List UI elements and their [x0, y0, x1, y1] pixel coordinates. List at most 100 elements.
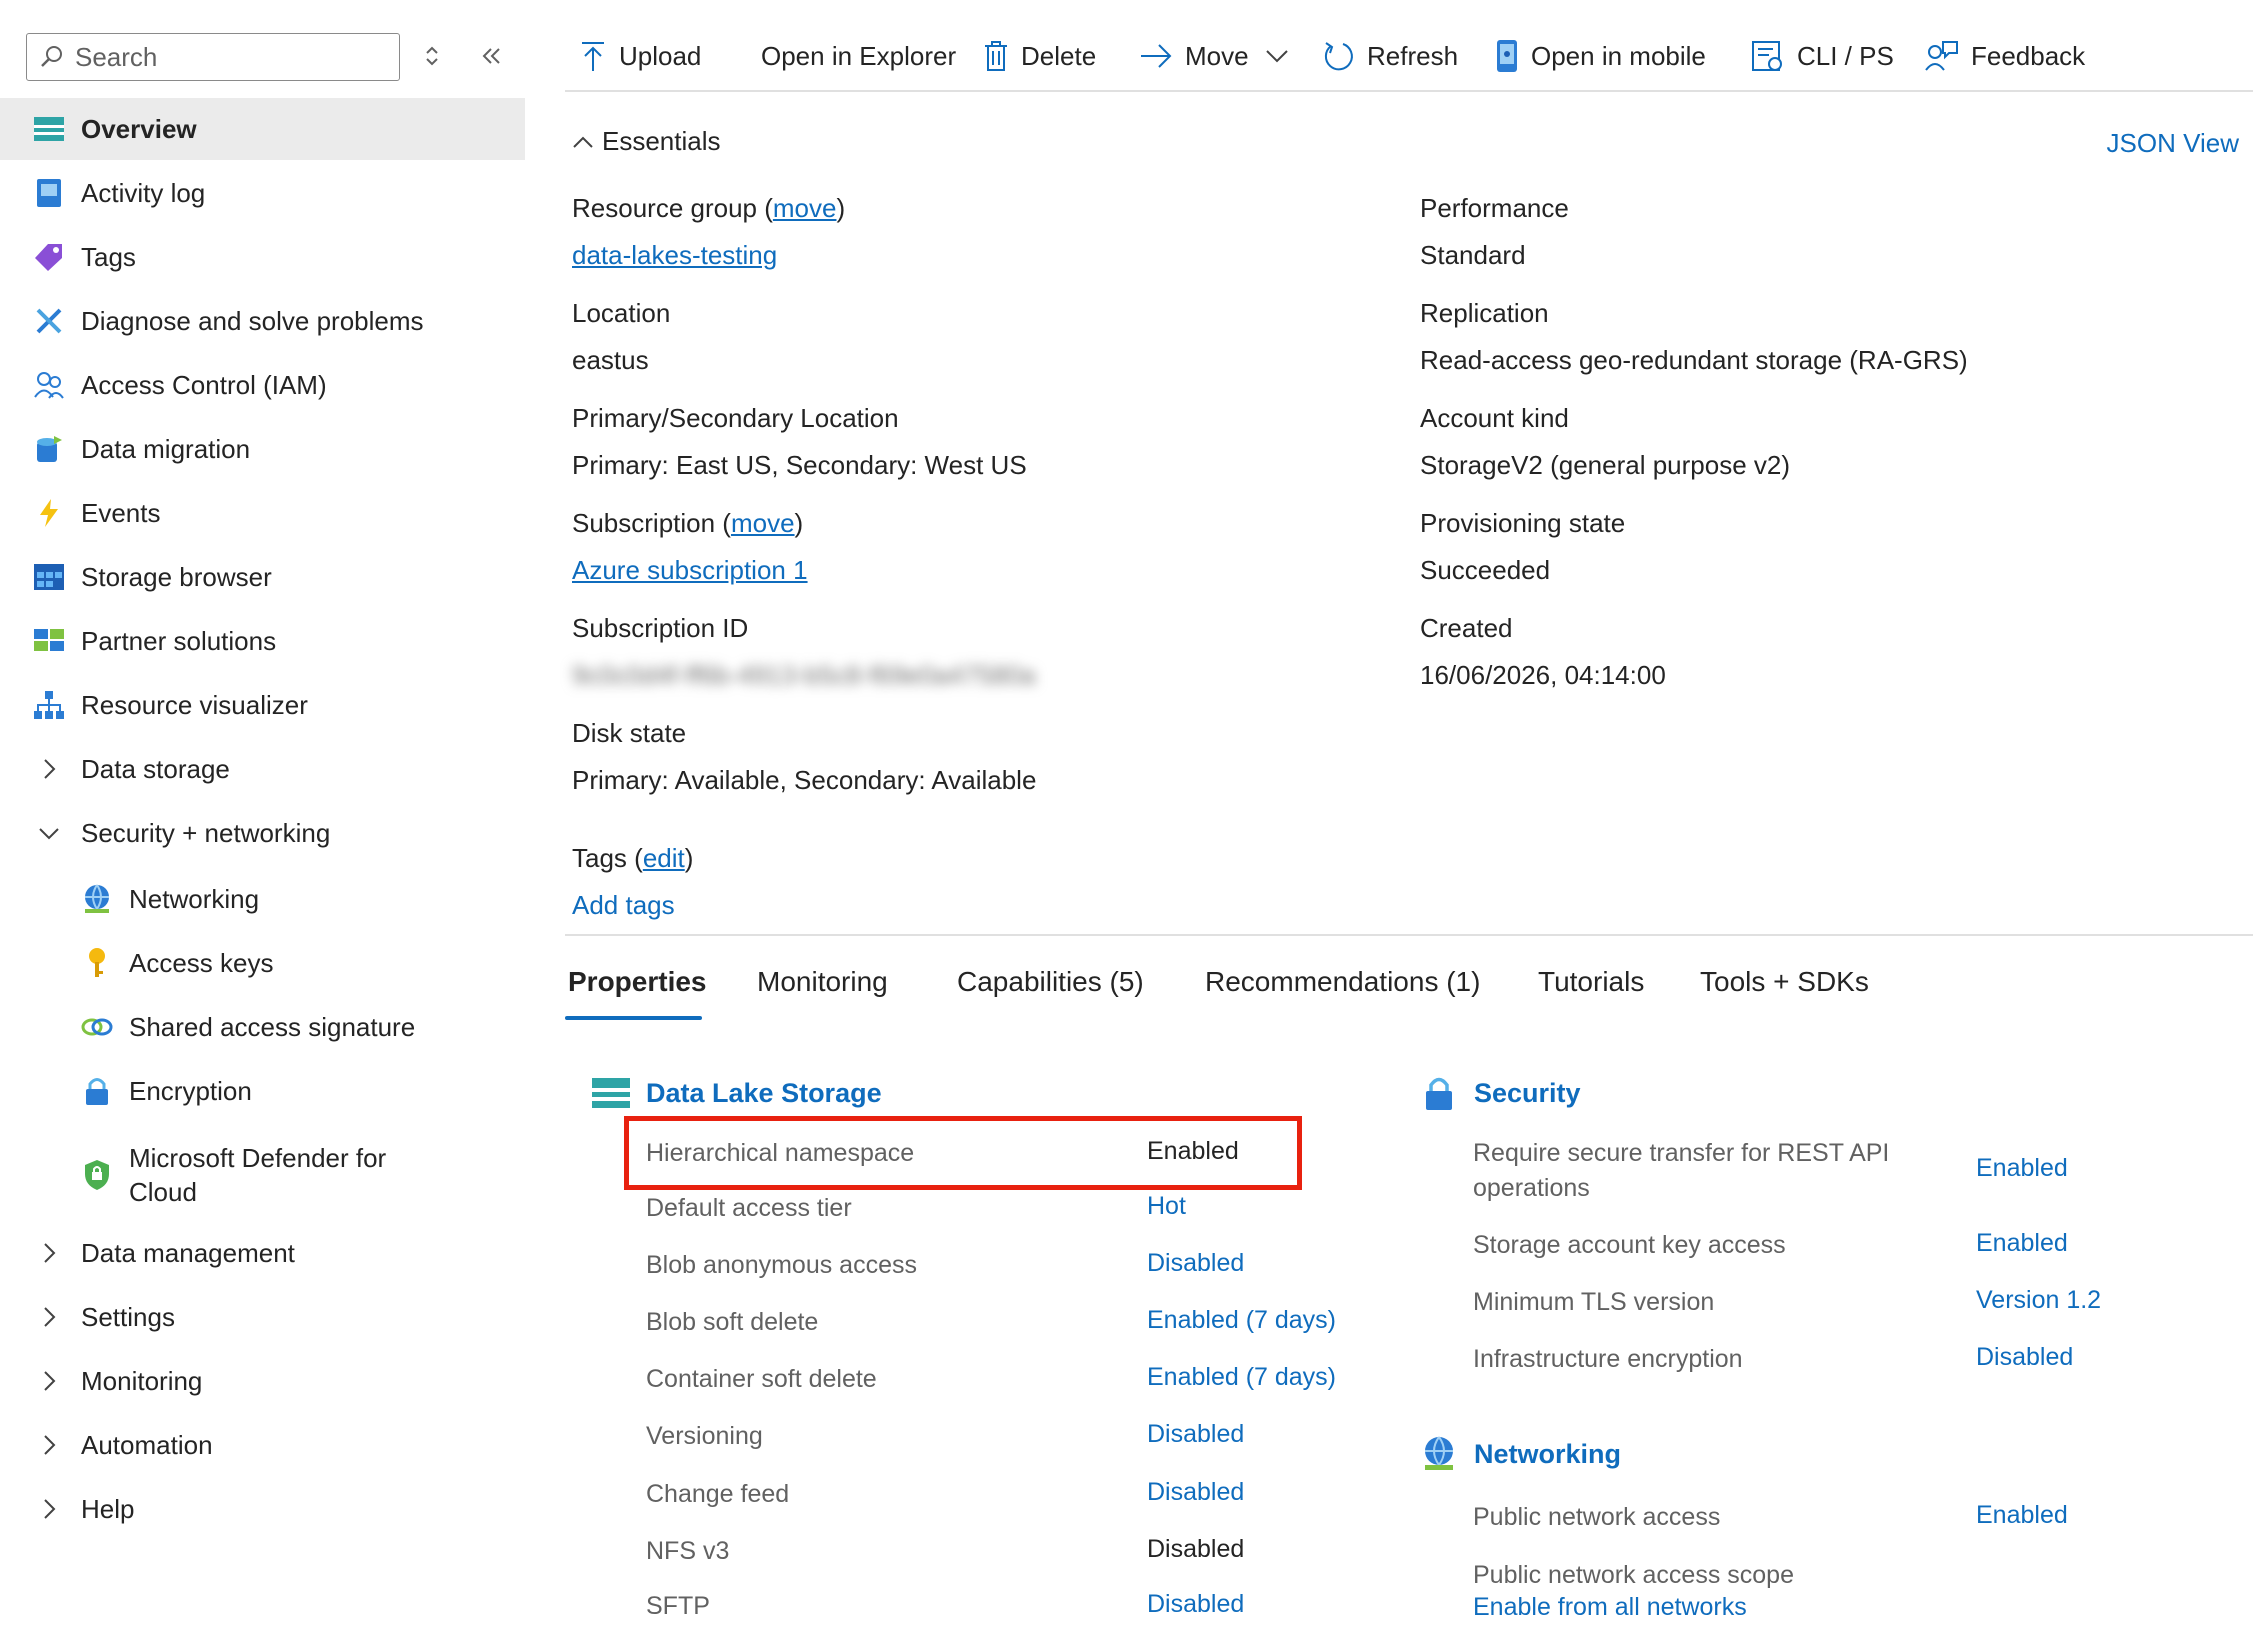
disk-state-label: Disk state [572, 718, 687, 748]
sidebar-group-help[interactable]: Help [0, 1478, 525, 1540]
sidebar-item-iam[interactable]: Access Control (IAM) [0, 354, 525, 416]
sidebar-item-overview[interactable]: Overview [0, 98, 525, 160]
feedback-button[interactable]: Feedback [1925, 26, 2085, 86]
delete-button[interactable]: Delete [983, 26, 1096, 86]
sidebar-group-security-networking[interactable]: Security + networking [0, 802, 525, 864]
key-icon [80, 946, 114, 980]
networking-header[interactable]: Networking [1418, 1433, 1621, 1475]
container-soft-delete-label: Container soft delete [646, 1365, 877, 1393]
blob-soft-delete-value[interactable]: Enabled (7 days) [1147, 1306, 1336, 1335]
sidebar-item-data-migration[interactable]: Data migration [0, 418, 525, 480]
versioning-label: Versioning [646, 1422, 763, 1450]
open-in-mobile-button[interactable]: Open in mobile [1495, 26, 1706, 86]
sidebar-group-data-storage[interactable]: Data storage [0, 738, 525, 800]
delete-label: Delete [1021, 40, 1097, 71]
sidebar-item-events[interactable]: Events [0, 482, 525, 544]
move-button[interactable]: Move [1139, 26, 1301, 86]
hierarchy-icon [32, 688, 66, 722]
sidebar-item-label: Data migration [81, 433, 251, 464]
sort-toggle-button[interactable] [414, 38, 450, 74]
sidebar-item-label: Encryption [129, 1075, 252, 1106]
disk-state-value: Primary: Available, Secondary: Available [572, 765, 1037, 795]
sidebar-item-shared-access-signature[interactable]: Shared access signature [0, 996, 525, 1058]
cli-ps-button[interactable]: CLI / PS [1751, 26, 1894, 86]
resource-group-move-link[interactable]: move [773, 193, 837, 223]
sidebar-item-networking[interactable]: Networking [0, 868, 525, 930]
tab-recommendations[interactable]: Recommendations (1) [1205, 966, 1480, 998]
container-soft-delete-value[interactable]: Enabled (7 days) [1147, 1363, 1336, 1392]
sidebar-group-settings[interactable]: Settings [0, 1286, 525, 1348]
subscription-move-link[interactable]: move [731, 508, 795, 538]
performance-label: Performance [1420, 193, 1569, 223]
sidebar-item-tags[interactable]: Tags [0, 226, 525, 288]
change-feed-label: Change feed [646, 1480, 790, 1508]
partner-solutions-icon [32, 624, 66, 658]
sidebar-group-automation[interactable]: Automation [0, 1414, 525, 1476]
chevron-right-icon [44, 1307, 56, 1327]
sidebar-item-label: Resource visualizer [81, 689, 308, 720]
essentials-title: Essentials [602, 126, 721, 156]
tab-monitoring[interactable]: Monitoring [757, 966, 888, 998]
sidebar-group-monitoring[interactable]: Monitoring [0, 1350, 525, 1412]
tags-label-text: Tags [572, 843, 627, 873]
sidebar-item-resource-visualizer[interactable]: Resource visualizer [0, 674, 525, 736]
default-access-tier-value[interactable]: Hot [1147, 1192, 1186, 1221]
sidebar-item-access-keys[interactable]: Access keys [0, 932, 525, 994]
shield-icon [80, 1158, 114, 1192]
people-icon [32, 368, 66, 402]
open-in-mobile-label: Open in mobile [1531, 40, 1706, 71]
public-network-access-value[interactable]: Enabled [1976, 1501, 2068, 1530]
sidebar-item-label: Activity log [81, 177, 206, 208]
sidebar-item-encryption[interactable]: Encryption [0, 1060, 525, 1122]
resource-group-value[interactable]: data-lakes-testing [572, 240, 777, 271]
arrow-right-icon [1141, 44, 1172, 68]
subscription-id-value: 9c0c0d4f-ff6b-4913-b5c8-f69e0a47580a [572, 660, 1036, 690]
public-network-scope-value[interactable]: Enable from all networks [1473, 1593, 1747, 1622]
sidebar-item-label: Data management [81, 1237, 295, 1268]
location-label: Location [572, 298, 671, 328]
sidebar-group-data-management[interactable]: Data management [0, 1222, 525, 1284]
blob-anonymous-access-value[interactable]: Disabled [1147, 1249, 1244, 1278]
upload-button[interactable]: Upload [579, 26, 701, 86]
infrastructure-encryption-value[interactable]: Disabled [1976, 1343, 2073, 1372]
sftp-value[interactable]: Disabled [1147, 1590, 1244, 1619]
tab-tutorials[interactable]: Tutorials [1538, 966, 1644, 998]
storage-key-access-value[interactable]: Enabled [1976, 1229, 2068, 1258]
data-lake-storage-header[interactable]: Data Lake Storage [590, 1072, 882, 1114]
essentials-toggle[interactable]: Essentials [572, 126, 721, 157]
nfs-v3-label: NFS v3 [646, 1537, 730, 1565]
sidebar-item-partner-solutions[interactable]: Partner solutions [0, 610, 525, 672]
sidebar-item-activity-log[interactable]: Activity log [0, 162, 525, 224]
globe-icon [1418, 1433, 1460, 1475]
versioning-value[interactable]: Disabled [1147, 1420, 1244, 1449]
sidebar-item-label: Tags [81, 241, 136, 272]
json-view-link[interactable]: JSON View [2107, 128, 2239, 159]
change-feed-value[interactable]: Disabled [1147, 1478, 1244, 1507]
sidebar-item-label: Storage browser [81, 561, 272, 592]
collapse-sidebar-button[interactable] [474, 38, 510, 74]
minimum-tls-value[interactable]: Version 1.2 [1976, 1286, 2101, 1315]
search-input[interactable]: Search [26, 33, 400, 81]
subscription-value[interactable]: Azure subscription 1 [572, 555, 808, 586]
sidebar-item-label: Shared access signature [129, 1011, 416, 1042]
refresh-button[interactable]: Refresh [1323, 26, 1458, 86]
tab-capabilities[interactable]: Capabilities (5) [957, 966, 1144, 998]
lock-icon [1418, 1072, 1460, 1114]
activity-log-icon [32, 176, 66, 210]
sidebar-item-defender[interactable]: Microsoft Defender for Cloud [0, 1135, 525, 1215]
chevron-up-icon [573, 136, 593, 148]
sidebar-item-storage-browser[interactable]: Storage browser [0, 546, 525, 608]
storage-key-access-label: Storage account key access [1473, 1231, 1786, 1259]
tags-edit-link[interactable]: edit [643, 843, 685, 873]
security-header[interactable]: Security [1418, 1072, 1581, 1114]
open-in-explorer-button[interactable]: Open in Explorer [761, 26, 956, 86]
tab-properties[interactable]: Properties [568, 966, 707, 998]
add-tags-link[interactable]: Add tags [572, 890, 675, 921]
tab-tools-sdks[interactable]: Tools + SDKs [1700, 966, 1869, 998]
sidebar-item-diagnose[interactable]: Diagnose and solve problems [0, 290, 525, 352]
secure-transfer-value[interactable]: Enabled [1976, 1154, 2068, 1183]
sidebar-item-label: Overview [81, 113, 197, 144]
feedback-icon [1925, 41, 1958, 71]
blob-anonymous-access-label: Blob anonymous access [646, 1251, 917, 1279]
account-kind-value: StorageV2 (general purpose v2) [1420, 450, 1791, 480]
